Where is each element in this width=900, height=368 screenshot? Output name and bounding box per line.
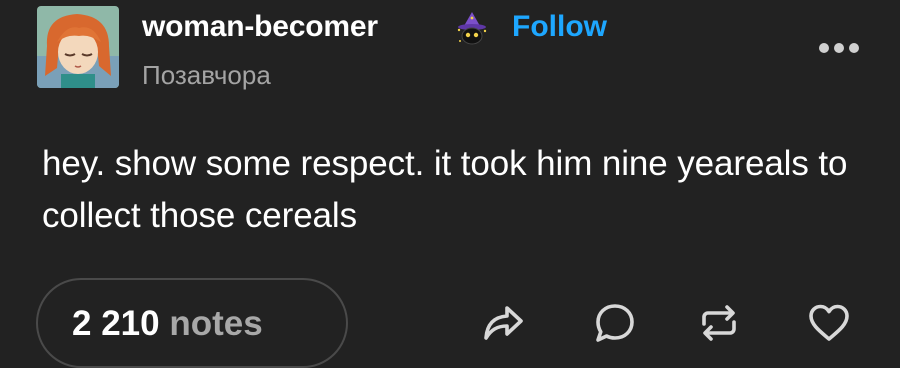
follow-button[interactable]: Follow	[512, 8, 607, 46]
notes-word: notes	[169, 304, 263, 343]
post-timestamp[interactable]: Позавчора	[142, 58, 271, 92]
more-dots-icon[interactable]	[816, 36, 862, 60]
like-icon[interactable]	[806, 300, 852, 346]
post-card: woman-becomer Follow Позавчора hey. show…	[0, 0, 900, 368]
notes-button[interactable]: 2 210 notes	[36, 278, 348, 368]
share-icon[interactable]	[480, 300, 526, 346]
avatar[interactable]	[37, 6, 119, 88]
anime-avatar-icon	[37, 6, 119, 88]
reply-icon[interactable]	[592, 300, 638, 346]
blog-name[interactable]: woman-becomer	[142, 8, 378, 46]
post-body-text: hey. show some respect. it took him nine…	[42, 144, 848, 235]
reblog-icon[interactable]	[696, 300, 742, 346]
notes-label: 2 210 notes	[72, 304, 263, 344]
witch-cat-badge-icon	[454, 10, 490, 46]
notes-count: 2 210	[72, 304, 160, 343]
